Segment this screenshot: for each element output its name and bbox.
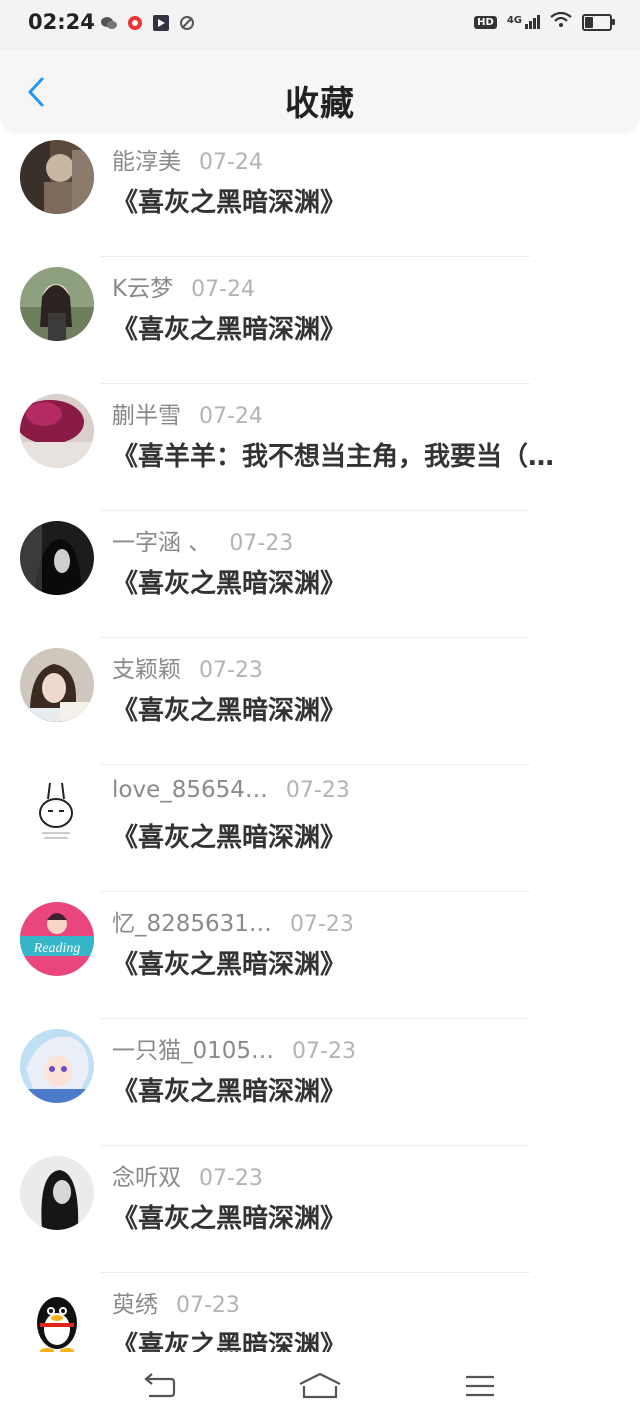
list-item[interactable]: 蒯半雪 07-24 《喜羊羊：我不想当主角，我要当（… (0, 384, 640, 511)
qq-penguin-icon (20, 1283, 94, 1357)
wechat-icon (100, 14, 118, 32)
avatar (20, 648, 94, 722)
user-name: 支颖颖 (112, 657, 181, 683)
item-date: 07-23 (199, 658, 263, 683)
nav-back-button[interactable] (130, 1366, 190, 1406)
notification-icons (100, 14, 196, 32)
avatar (20, 394, 94, 468)
user-name: 蒯半雪 (112, 403, 181, 429)
return-icon (144, 1373, 176, 1398)
item-meta: 萸绣 07-23 (112, 1285, 240, 1319)
item-date: 07-24 (199, 404, 263, 429)
book-title: 《喜羊羊：我不想当主角，我要当（… (112, 442, 555, 472)
book-title: 《喜灰之黑暗深渊》 (112, 315, 347, 345)
list-item[interactable]: 能淳美 07-24 《喜灰之黑暗深渊》 (0, 130, 640, 257)
user-name: 能淳美 (112, 149, 181, 175)
list-item[interactable]: K云梦 07-24 《喜灰之黑暗深渊》 (0, 257, 640, 384)
item-date: 07-24 (199, 150, 263, 175)
book-title: 《喜灰之黑暗深渊》 (112, 188, 347, 218)
status-time: 02:24 (28, 10, 95, 34)
system-icons: HD 4G (474, 11, 615, 32)
avatar (20, 1283, 94, 1357)
hd-badge: HD (474, 15, 497, 29)
item-meta: 念听双 07-23 (112, 1158, 263, 1192)
avatar-reading-text: Reading (33, 941, 81, 956)
item-meta: 一字涵 、 07-23 (112, 523, 293, 557)
sync-icon (178, 14, 196, 32)
home-icon (299, 1372, 341, 1399)
favorites-list: 能淳美 07-24 《喜灰之黑暗深渊》 K云梦 07-24 《喜灰之黑暗深渊》 … (0, 130, 640, 1400)
network-type: 4G (506, 15, 522, 26)
item-meta: 支颖颖 07-23 (112, 650, 263, 684)
list-item[interactable]: 一字涵 、 07-23 《喜灰之黑暗深渊》 (0, 511, 640, 638)
nav-menu-button[interactable] (450, 1366, 510, 1406)
item-date: 07-23 (229, 531, 294, 556)
user-name: 萸绣 (112, 1292, 158, 1318)
user-name: K云梦 (112, 276, 174, 302)
menu-icon (466, 1375, 494, 1397)
avatar (20, 1029, 94, 1103)
user-name: 一只猫_0105… (112, 1038, 275, 1064)
status-bar: 02:24 HD 4G (0, 0, 640, 50)
user-name: love_85654… (112, 777, 268, 803)
system-nav-bar (0, 1352, 640, 1422)
list-item[interactable]: 支颖颖 07-23 《喜灰之黑暗深渊》 (0, 638, 640, 765)
avatar (20, 775, 94, 849)
item-date: 07-23 (176, 1293, 240, 1318)
video-app-icon (152, 14, 170, 32)
item-date: 07-23 (289, 912, 354, 937)
item-meta: 蒯半雪 07-24 (112, 396, 263, 430)
book-title: 《喜灰之黑暗深渊》 (112, 950, 347, 980)
user-name: 忆_8285631… (112, 911, 272, 937)
user-name: 念听双 (112, 1165, 181, 1191)
list-item[interactable]: 一只猫_0105… 07-23 《喜灰之黑暗深渊》 (0, 1019, 640, 1146)
item-date: 07-23 (285, 778, 350, 803)
battery-icon (582, 13, 615, 31)
item-date: 07-23 (199, 1166, 263, 1191)
book-title: 《喜灰之黑暗深渊》 (112, 1077, 347, 1107)
item-meta: 一只猫_0105… 07-23 (112, 1031, 356, 1065)
list-item[interactable]: Reading 忆_8285631… 07-23 《喜灰之黑暗深渊》 (0, 892, 640, 1019)
header: 收藏 (0, 50, 640, 132)
item-meta: 忆_8285631… 07-23 (112, 904, 354, 938)
app-notification-icon (126, 14, 144, 32)
item-date: 07-23 (292, 1039, 356, 1064)
item-date: 07-24 (191, 277, 256, 302)
book-title: 《喜灰之黑暗深渊》 (112, 1204, 347, 1234)
book-title: 《喜灰之黑暗深渊》 (112, 696, 347, 726)
item-meta: K云梦 07-24 (112, 269, 255, 303)
nav-home-button[interactable] (290, 1366, 350, 1406)
book-title: 《喜灰之黑暗深渊》 (112, 569, 347, 599)
avatar: Reading (20, 902, 94, 976)
list-item[interactable]: love_85654… 07-23 《喜灰之黑暗深渊》 (0, 765, 640, 892)
wifi-icon (550, 11, 572, 32)
item-meta: love_85654… 07-23 (112, 777, 350, 803)
list-item[interactable]: 念听双 07-23 《喜灰之黑暗深渊》 (0, 1146, 640, 1273)
signal-icon: 4G (507, 15, 540, 29)
page-title: 收藏 (285, 84, 355, 124)
avatar (20, 140, 94, 214)
avatar (20, 521, 94, 595)
avatar (20, 1156, 94, 1230)
avatar (20, 267, 94, 341)
book-title: 《喜灰之黑暗深渊》 (112, 823, 347, 853)
item-meta: 能淳美 07-24 (112, 142, 263, 176)
user-name: 一字涵 、 (112, 530, 212, 556)
